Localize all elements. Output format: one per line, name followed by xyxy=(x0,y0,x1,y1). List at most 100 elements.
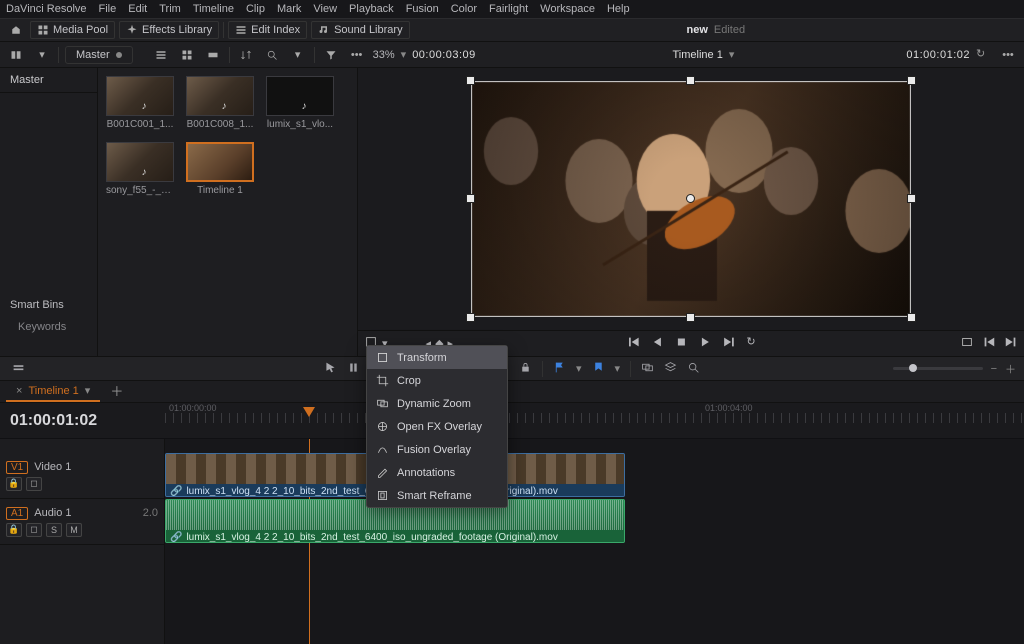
clip-item[interactable]: ♪ lumix_s1_vlo... xyxy=(266,76,334,130)
overlay-menu-annotations[interactable]: Annotations xyxy=(367,461,507,484)
timeline-toolbar: ▾ ▾ −＋ xyxy=(0,357,1024,381)
filter-icon[interactable] xyxy=(321,45,341,65)
menu-color[interactable]: Color xyxy=(451,3,477,15)
menu-trim[interactable]: Trim xyxy=(159,3,181,15)
sparkle-icon xyxy=(126,24,138,36)
step-back-button[interactable] xyxy=(650,335,664,352)
audio-track-name: Audio 1 xyxy=(34,507,71,519)
bin-layout-icon[interactable] xyxy=(6,45,26,65)
menubar: DaVinci Resolve File Edit Trim Timeline … xyxy=(0,0,1024,18)
tab-timeline-1[interactable]: × Timeline 1 ▾ xyxy=(6,381,100,402)
stop-button[interactable] xyxy=(674,335,688,352)
menu-file[interactable]: File xyxy=(99,3,117,15)
search-icon[interactable] xyxy=(262,45,282,65)
video-track-name: Video 1 xyxy=(34,461,71,473)
bin-sidebar: Master Smart Bins Keywords xyxy=(0,68,98,356)
media-pool-toggle[interactable]: Media Pool xyxy=(30,21,115,39)
timeline-lanes[interactable]: 🔗 lumix_s1_vlog_4 2 2_10_bits_2nd_test_6… xyxy=(165,439,1024,644)
list-view-icon[interactable] xyxy=(151,45,171,65)
panel-row: Media Pool Effects Library Edit Index So… xyxy=(0,18,1024,42)
timeline-search-icon[interactable] xyxy=(687,361,700,377)
lock-icon[interactable]: 🔒 xyxy=(6,477,22,491)
flag-icon[interactable] xyxy=(553,361,566,377)
solo-button[interactable]: S xyxy=(46,523,62,537)
mute-button[interactable]: M xyxy=(66,523,82,537)
timeline-ruler[interactable]: 01:00:00:00 01:00:04:00 xyxy=(165,403,1024,438)
menu-workspace[interactable]: Workspace xyxy=(540,3,595,15)
home-icon[interactable] xyxy=(6,20,26,40)
bin-master-tab[interactable]: Master xyxy=(0,68,97,93)
go-start-button[interactable] xyxy=(626,335,640,352)
menu-timeline[interactable]: Timeline xyxy=(193,3,234,15)
a1-badge[interactable]: A1 xyxy=(6,507,28,520)
smart-bins-label[interactable]: Smart Bins xyxy=(0,294,97,316)
overlay-menu-openfx[interactable]: Open FX Overlay xyxy=(367,415,507,438)
clip-item-timeline[interactable]: Timeline 1 xyxy=(186,142,254,196)
viewer-timeline-name[interactable]: Timeline 1 xyxy=(673,49,723,61)
more-icon[interactable]: ••• xyxy=(347,45,367,65)
stack-icon[interactable] xyxy=(664,361,677,377)
disable-icon[interactable]: ◻ xyxy=(26,477,42,491)
music-icon: ♪ xyxy=(110,167,178,178)
go-in-icon[interactable] xyxy=(982,335,996,352)
clip-item[interactable]: ♪ B001C008_1... xyxy=(186,76,254,130)
menu-clip[interactable]: Clip xyxy=(246,3,265,15)
thumb-view-icon[interactable] xyxy=(177,45,197,65)
effects-library-toggle[interactable]: Effects Library xyxy=(119,21,219,39)
transform-overlay-menu[interactable]: Transform Crop Dynamic Zoom Open FX Over… xyxy=(366,345,508,508)
menu-edit[interactable]: Edit xyxy=(128,3,147,15)
overlay-menu-crop[interactable]: Crop xyxy=(367,369,507,392)
trim-tool-icon[interactable] xyxy=(347,361,360,377)
overlay-menu-transform[interactable]: Transform xyxy=(367,346,507,369)
sound-library-toggle[interactable]: Sound Library xyxy=(311,21,410,39)
app-title: DaVinci Resolve xyxy=(6,3,87,15)
link-icon: 🔗 xyxy=(170,532,182,543)
grid-icon xyxy=(37,24,49,36)
project-name: new xyxy=(686,24,707,36)
go-end-button[interactable] xyxy=(722,335,736,352)
overlay-menu-smart-reframe[interactable]: Smart Reframe xyxy=(367,484,507,507)
menu-playback[interactable]: Playback xyxy=(349,3,394,15)
marker-icon[interactable] xyxy=(592,361,605,377)
timeline-ruler-row: 01:00:01:02 01:00:00:00 01:00:04:00 xyxy=(0,403,1024,439)
match-frame-icon[interactable] xyxy=(960,335,974,352)
video-track-header[interactable]: V1 Video 1 🔒 ◻ xyxy=(0,453,164,499)
lock-icon[interactable] xyxy=(519,361,532,377)
bin-tab[interactable]: Master xyxy=(65,46,133,64)
keywords-bin[interactable]: Keywords xyxy=(0,316,97,338)
menu-view[interactable]: View xyxy=(313,3,337,15)
loop-button[interactable]: ↻ xyxy=(746,335,755,352)
menu-fusion[interactable]: Fusion xyxy=(406,3,439,15)
loop-icon[interactable]: ↻ xyxy=(976,47,992,63)
music-icon: ♪ xyxy=(110,101,178,112)
play-button[interactable] xyxy=(698,335,712,352)
chevron-down-icon-2[interactable]: ▾ xyxy=(288,45,308,65)
lock-icon[interactable]: 🔒 xyxy=(6,523,22,537)
dot-icon xyxy=(116,52,122,58)
more-icon-2[interactable]: ••• xyxy=(998,45,1018,65)
arrow-tool-icon[interactable] xyxy=(324,361,337,377)
disable-icon[interactable]: ◻ xyxy=(26,523,42,537)
audio-track-header[interactable]: A1 Audio 1 2.0 🔒 ◻ S M xyxy=(0,499,164,545)
overlay-menu-fusion[interactable]: Fusion Overlay xyxy=(367,438,507,461)
sort-icon[interactable] xyxy=(236,45,256,65)
go-out-icon[interactable] xyxy=(1004,335,1018,352)
timeline-view-icon[interactable] xyxy=(8,359,28,379)
viewer-canvas[interactable] xyxy=(471,81,911,317)
menu-mark[interactable]: Mark xyxy=(277,3,301,15)
edit-index-toggle[interactable]: Edit Index xyxy=(228,21,307,39)
add-timeline-button[interactable]: ＋ xyxy=(104,379,129,402)
timeline-tabs: × Timeline 1 ▾ ＋ xyxy=(0,381,1024,403)
v1-badge[interactable]: V1 xyxy=(6,461,28,474)
overlay-menu-dynamic-zoom[interactable]: Dynamic Zoom xyxy=(367,392,507,415)
zoom-slider[interactable] xyxy=(893,367,983,370)
clip-item[interactable]: ♪ B001C001_1... xyxy=(106,76,174,130)
menu-fairlight[interactable]: Fairlight xyxy=(489,3,528,15)
zoom-pct[interactable]: 33% xyxy=(373,49,395,61)
chevron-down-icon[interactable]: ▾ xyxy=(32,45,52,65)
menu-help[interactable]: Help xyxy=(607,3,630,15)
strip-view-icon[interactable] xyxy=(203,45,223,65)
clip-item[interactable]: ♪ sony_f55_-_c... xyxy=(106,142,174,196)
dup-monitor-icon[interactable] xyxy=(641,361,654,377)
secondary-bar: ▾ Master ▾ ••• 33% ▾ 00:00:03:09 Timelin… xyxy=(0,42,1024,68)
